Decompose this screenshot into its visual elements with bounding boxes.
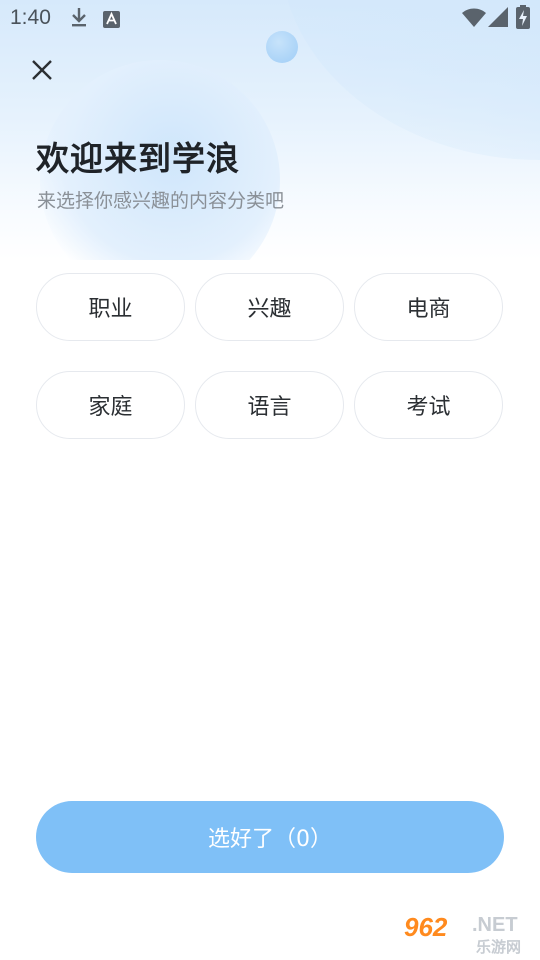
battery-charging-icon: [516, 5, 530, 34]
status-bar: 1:40: [0, 0, 540, 36]
watermark-suffix: .NET: [472, 914, 518, 936]
category-chip-career[interactable]: 职业: [36, 273, 185, 341]
status-time: 1:40: [10, 6, 51, 29]
category-chip-language[interactable]: 语言: [195, 371, 344, 439]
header-background: [0, 0, 540, 260]
category-grid: 职业 兴趣 电商 家庭 语言 考试: [36, 273, 504, 439]
close-button[interactable]: [28, 56, 56, 84]
signal-icon: [488, 7, 508, 32]
category-chip-family[interactable]: 家庭: [36, 371, 185, 439]
page-subtitle: 来选择你感兴趣的内容分类吧: [37, 190, 285, 212]
download-icon: [70, 6, 88, 33]
watermark-logo: 962 .NET 乐游网: [402, 910, 536, 956]
watermark-cn: 乐游网: [476, 938, 522, 956]
confirm-selection-button[interactable]: 选好了（0）: [36, 801, 504, 873]
watermark-number: 962: [404, 912, 448, 942]
page-title: 欢迎来到学浪: [36, 139, 240, 178]
category-chip-interest[interactable]: 兴趣: [195, 273, 344, 341]
wifi-icon: [462, 8, 486, 33]
close-icon: [32, 60, 52, 80]
category-chip-ecommerce[interactable]: 电商: [354, 273, 503, 341]
category-chip-exam[interactable]: 考试: [354, 371, 503, 439]
a-notification-icon: [103, 9, 120, 33]
